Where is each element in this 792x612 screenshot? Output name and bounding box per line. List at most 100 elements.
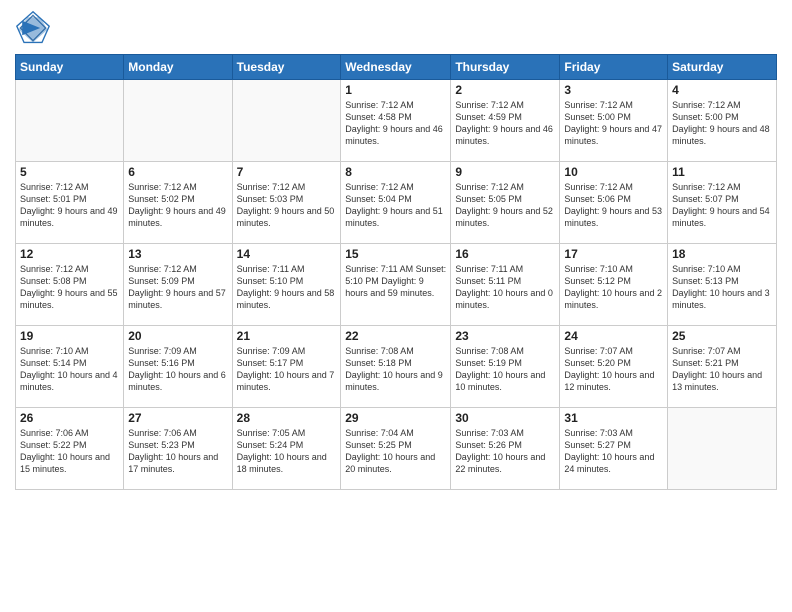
week-row-0: 1 Sunrise: 7:12 AM Sunset: 4:58 PM Daylig… [16,80,777,162]
day-number: 6 [128,165,227,179]
day-info: Sunrise: 7:03 AM Sunset: 5:27 PM Dayligh… [564,427,663,476]
day-number: 12 [20,247,119,261]
calendar-cell: 11 Sunrise: 7:12 AM Sunset: 5:07 PM Dayli… [668,162,777,244]
day-info: Sunrise: 7:09 AM Sunset: 5:16 PM Dayligh… [128,345,227,394]
weekday-header-thursday: Thursday [451,55,560,80]
day-info: Sunrise: 7:12 AM Sunset: 5:06 PM Dayligh… [564,181,663,230]
calendar-cell [668,408,777,490]
day-info: Sunrise: 7:12 AM Sunset: 5:04 PM Dayligh… [345,181,446,230]
calendar-cell: 3 Sunrise: 7:12 AM Sunset: 5:00 PM Daylig… [560,80,668,162]
page: SundayMondayTuesdayWednesdayThursdayFrid… [0,0,792,612]
day-info: Sunrise: 7:10 AM Sunset: 5:13 PM Dayligh… [672,263,772,312]
day-number: 17 [564,247,663,261]
day-info: Sunrise: 7:12 AM Sunset: 5:05 PM Dayligh… [455,181,555,230]
day-info: Sunrise: 7:09 AM Sunset: 5:17 PM Dayligh… [237,345,337,394]
calendar-header: SundayMondayTuesdayWednesdayThursdayFrid… [16,55,777,80]
day-info: Sunrise: 7:07 AM Sunset: 5:20 PM Dayligh… [564,345,663,394]
calendar-cell: 12 Sunrise: 7:12 AM Sunset: 5:08 PM Dayli… [16,244,124,326]
calendar-cell: 16Sunrise: 7:11 AM Sunset: 5:11 PM Dayli… [451,244,560,326]
day-number: 15 [345,247,446,261]
day-number: 26 [20,411,119,425]
day-number: 29 [345,411,446,425]
calendar-cell: 7Sunrise: 7:12 AM Sunset: 5:03 PM Daylig… [232,162,341,244]
day-info: Sunrise: 7:12 AM Sunset: 5:07 PM Dayligh… [672,181,772,230]
day-info: Sunrise: 7:06 AM Sunset: 5:23 PM Dayligh… [128,427,227,476]
calendar-cell: 25 Sunrise: 7:07 AM Sunset: 5:21 PM Dayli… [668,326,777,408]
day-number: 14 [237,247,337,261]
calendar-cell [232,80,341,162]
weekday-header-row: SundayMondayTuesdayWednesdayThursdayFrid… [16,55,777,80]
day-info: Sunrise: 7:12 AM Sunset: 4:58 PM Dayligh… [345,99,446,148]
calendar-cell: 2 Sunrise: 7:12 AM Sunset: 4:59 PM Daylig… [451,80,560,162]
day-info: Sunrise: 7:11 AM Sunset: 5:10 PM Dayligh… [345,263,446,299]
calendar-cell: 26 Sunrise: 7:06 AM Sunset: 5:22 PM Dayli… [16,408,124,490]
calendar-cell: 29 Sunrise: 7:04 AM Sunset: 5:25 PM Dayli… [341,408,451,490]
day-number: 31 [564,411,663,425]
day-number: 23 [455,329,555,343]
calendar-cell: 10 Sunrise: 7:12 AM Sunset: 5:06 PM Dayli… [560,162,668,244]
day-number: 2 [455,83,555,97]
day-info: Sunrise: 7:08 AM Sunset: 5:18 PM Dayligh… [345,345,446,394]
calendar-cell: 23 Sunrise: 7:08 AM Sunset: 5:19 PM Dayli… [451,326,560,408]
day-info: Sunrise: 7:07 AM Sunset: 5:21 PM Dayligh… [672,345,772,394]
day-info: Sunrise: 7:06 AM Sunset: 5:22 PM Dayligh… [20,427,119,476]
day-info: Sunrise: 7:12 AM Sunset: 5:09 PM Dayligh… [128,263,227,312]
day-number: 20 [128,329,227,343]
day-number: 9 [455,165,555,179]
calendar-table: SundayMondayTuesdayWednesdayThursdayFrid… [15,54,777,490]
week-row-4: 26 Sunrise: 7:06 AM Sunset: 5:22 PM Dayli… [16,408,777,490]
weekday-header-sunday: Sunday [16,55,124,80]
calendar-body: 1 Sunrise: 7:12 AM Sunset: 4:58 PM Daylig… [16,80,777,490]
weekday-header-tuesday: Tuesday [232,55,341,80]
calendar-cell: 30 Sunrise: 7:03 AM Sunset: 5:26 PM Dayli… [451,408,560,490]
weekday-header-monday: Monday [124,55,232,80]
weekday-header-wednesday: Wednesday [341,55,451,80]
calendar-cell: 17 Sunrise: 7:10 AM Sunset: 5:12 PM Dayli… [560,244,668,326]
calendar-cell: 4Sunrise: 7:12 AM Sunset: 5:00 PM Daylig… [668,80,777,162]
day-info: Sunrise: 7:08 AM Sunset: 5:19 PM Dayligh… [455,345,555,394]
day-info: Sunrise: 7:12 AM Sunset: 5:02 PM Dayligh… [128,181,227,230]
calendar-cell: 22 Sunrise: 7:08 AM Sunset: 5:18 PM Dayli… [341,326,451,408]
day-info: Sunrise: 7:12 AM Sunset: 5:01 PM Dayligh… [20,181,119,230]
calendar-cell: 27 Sunrise: 7:06 AM Sunset: 5:23 PM Dayli… [124,408,232,490]
day-number: 10 [564,165,663,179]
day-number: 7 [237,165,337,179]
day-number: 30 [455,411,555,425]
day-number: 4 [672,83,772,97]
calendar-cell: 18 Sunrise: 7:10 AM Sunset: 5:13 PM Dayli… [668,244,777,326]
day-number: 24 [564,329,663,343]
day-info: Sunrise: 7:11 AM Sunset: 5:10 PM Dayligh… [237,263,337,312]
calendar-cell: 28Sunrise: 7:05 AM Sunset: 5:24 PM Dayli… [232,408,341,490]
day-number: 18 [672,247,772,261]
calendar-cell: 21Sunrise: 7:09 AM Sunset: 5:17 PM Dayli… [232,326,341,408]
day-number: 27 [128,411,227,425]
week-row-2: 12 Sunrise: 7:12 AM Sunset: 5:08 PM Dayli… [16,244,777,326]
day-number: 25 [672,329,772,343]
day-number: 28 [237,411,337,425]
calendar-cell: 1 Sunrise: 7:12 AM Sunset: 4:58 PM Daylig… [341,80,451,162]
calendar-cell: 19 Sunrise: 7:10 AM Sunset: 5:14 PM Dayli… [16,326,124,408]
week-row-3: 19 Sunrise: 7:10 AM Sunset: 5:14 PM Dayli… [16,326,777,408]
day-number: 3 [564,83,663,97]
day-number: 11 [672,165,772,179]
day-number: 19 [20,329,119,343]
calendar-cell: 9 Sunrise: 7:12 AM Sunset: 5:05 PM Daylig… [451,162,560,244]
day-info: Sunrise: 7:12 AM Sunset: 5:08 PM Dayligh… [20,263,119,312]
day-number: 22 [345,329,446,343]
day-info: Sunrise: 7:12 AM Sunset: 4:59 PM Dayligh… [455,99,555,148]
day-info: Sunrise: 7:03 AM Sunset: 5:26 PM Dayligh… [455,427,555,476]
logo [15,10,55,46]
day-info: Sunrise: 7:04 AM Sunset: 5:25 PM Dayligh… [345,427,446,476]
day-number: 13 [128,247,227,261]
calendar-cell: 31 Sunrise: 7:03 AM Sunset: 5:27 PM Dayli… [560,408,668,490]
calendar-cell: 8Sunrise: 7:12 AM Sunset: 5:04 PM Daylig… [341,162,451,244]
day-number: 1 [345,83,446,97]
day-info: Sunrise: 7:10 AM Sunset: 5:14 PM Dayligh… [20,345,119,394]
logo-icon [15,10,51,46]
day-info: Sunrise: 7:12 AM Sunset: 5:00 PM Dayligh… [564,99,663,148]
calendar-cell: 20 Sunrise: 7:09 AM Sunset: 5:16 PM Dayli… [124,326,232,408]
day-info: Sunrise: 7:10 AM Sunset: 5:12 PM Dayligh… [564,263,663,312]
day-number: 5 [20,165,119,179]
day-number: 16 [455,247,555,261]
calendar-cell [16,80,124,162]
